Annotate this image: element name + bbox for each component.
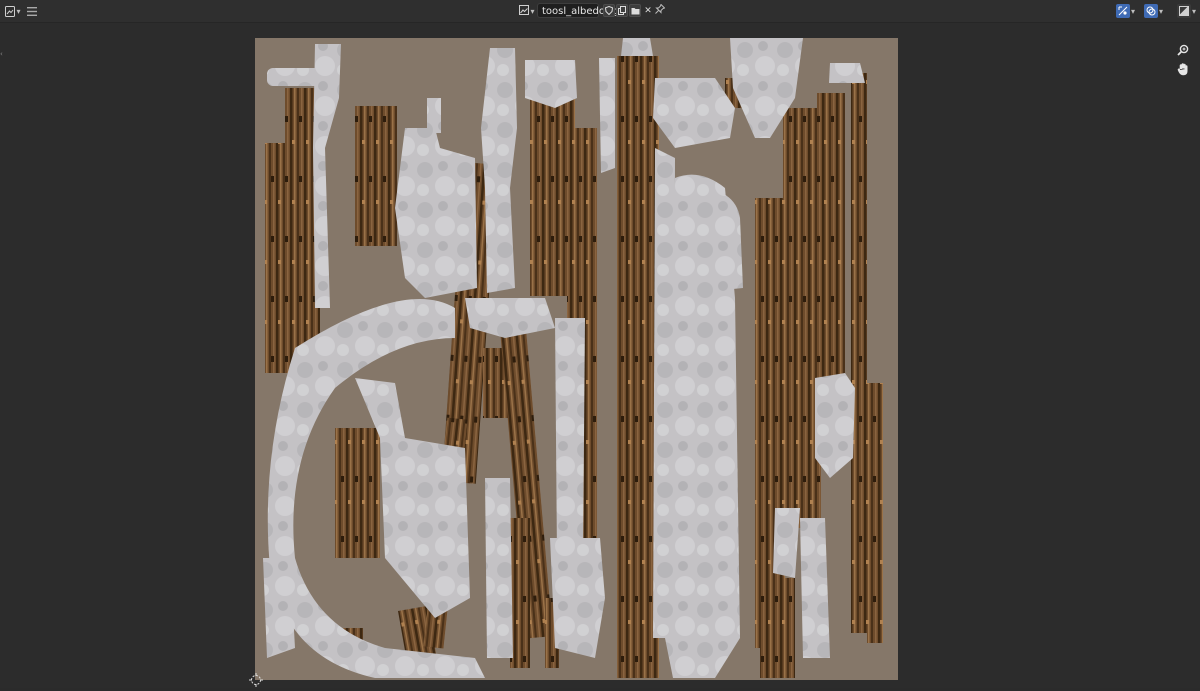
uv-sync-button[interactable]: ▾: [1116, 4, 1135, 18]
chevron-down-icon: ▾: [1159, 6, 1164, 16]
image-editor-icon: [5, 5, 16, 17]
duplicate-icon[interactable]: [616, 4, 628, 17]
pin-icon[interactable]: [655, 3, 666, 17]
chevron-down-icon: ▾: [16, 6, 21, 16]
folder-icon[interactable]: [629, 4, 641, 17]
close-icon[interactable]: ✕: [642, 4, 654, 17]
overlay-icon: [1144, 4, 1158, 18]
image-browse-icon: [519, 4, 530, 18]
overlay-button[interactable]: ▾: [1144, 4, 1163, 18]
shield-icon[interactable]: [603, 4, 615, 17]
image-browse-button[interactable]: ▾: [518, 3, 536, 19]
hand-icon[interactable]: [1174, 60, 1192, 78]
hamburger-menu-icon[interactable]: [25, 3, 39, 19]
chevron-down-icon: ▾: [1131, 6, 1136, 16]
2d-cursor-icon[interactable]: [249, 672, 263, 687]
editor-type-selector[interactable]: ▾: [3, 3, 23, 19]
magnifier-icon[interactable]: [1174, 41, 1192, 59]
image-editor-header: ▾ ▾ toosl_albedo.tga ✕ ▾ ▾ ▾: [0, 0, 1200, 23]
texture-image[interactable]: [255, 38, 898, 680]
uv-sync-icon: [1116, 4, 1130, 18]
chevron-down-icon: ▾: [1192, 6, 1197, 16]
display-channels-button[interactable]: ▾: [1177, 4, 1196, 18]
region-toggle-arrow[interactable]: ‹: [0, 50, 3, 58]
image-name-field[interactable]: toosl_albedo.tga: [537, 3, 624, 18]
display-channels-icon: [1177, 4, 1191, 18]
chevron-down-icon: ▾: [530, 6, 535, 16]
